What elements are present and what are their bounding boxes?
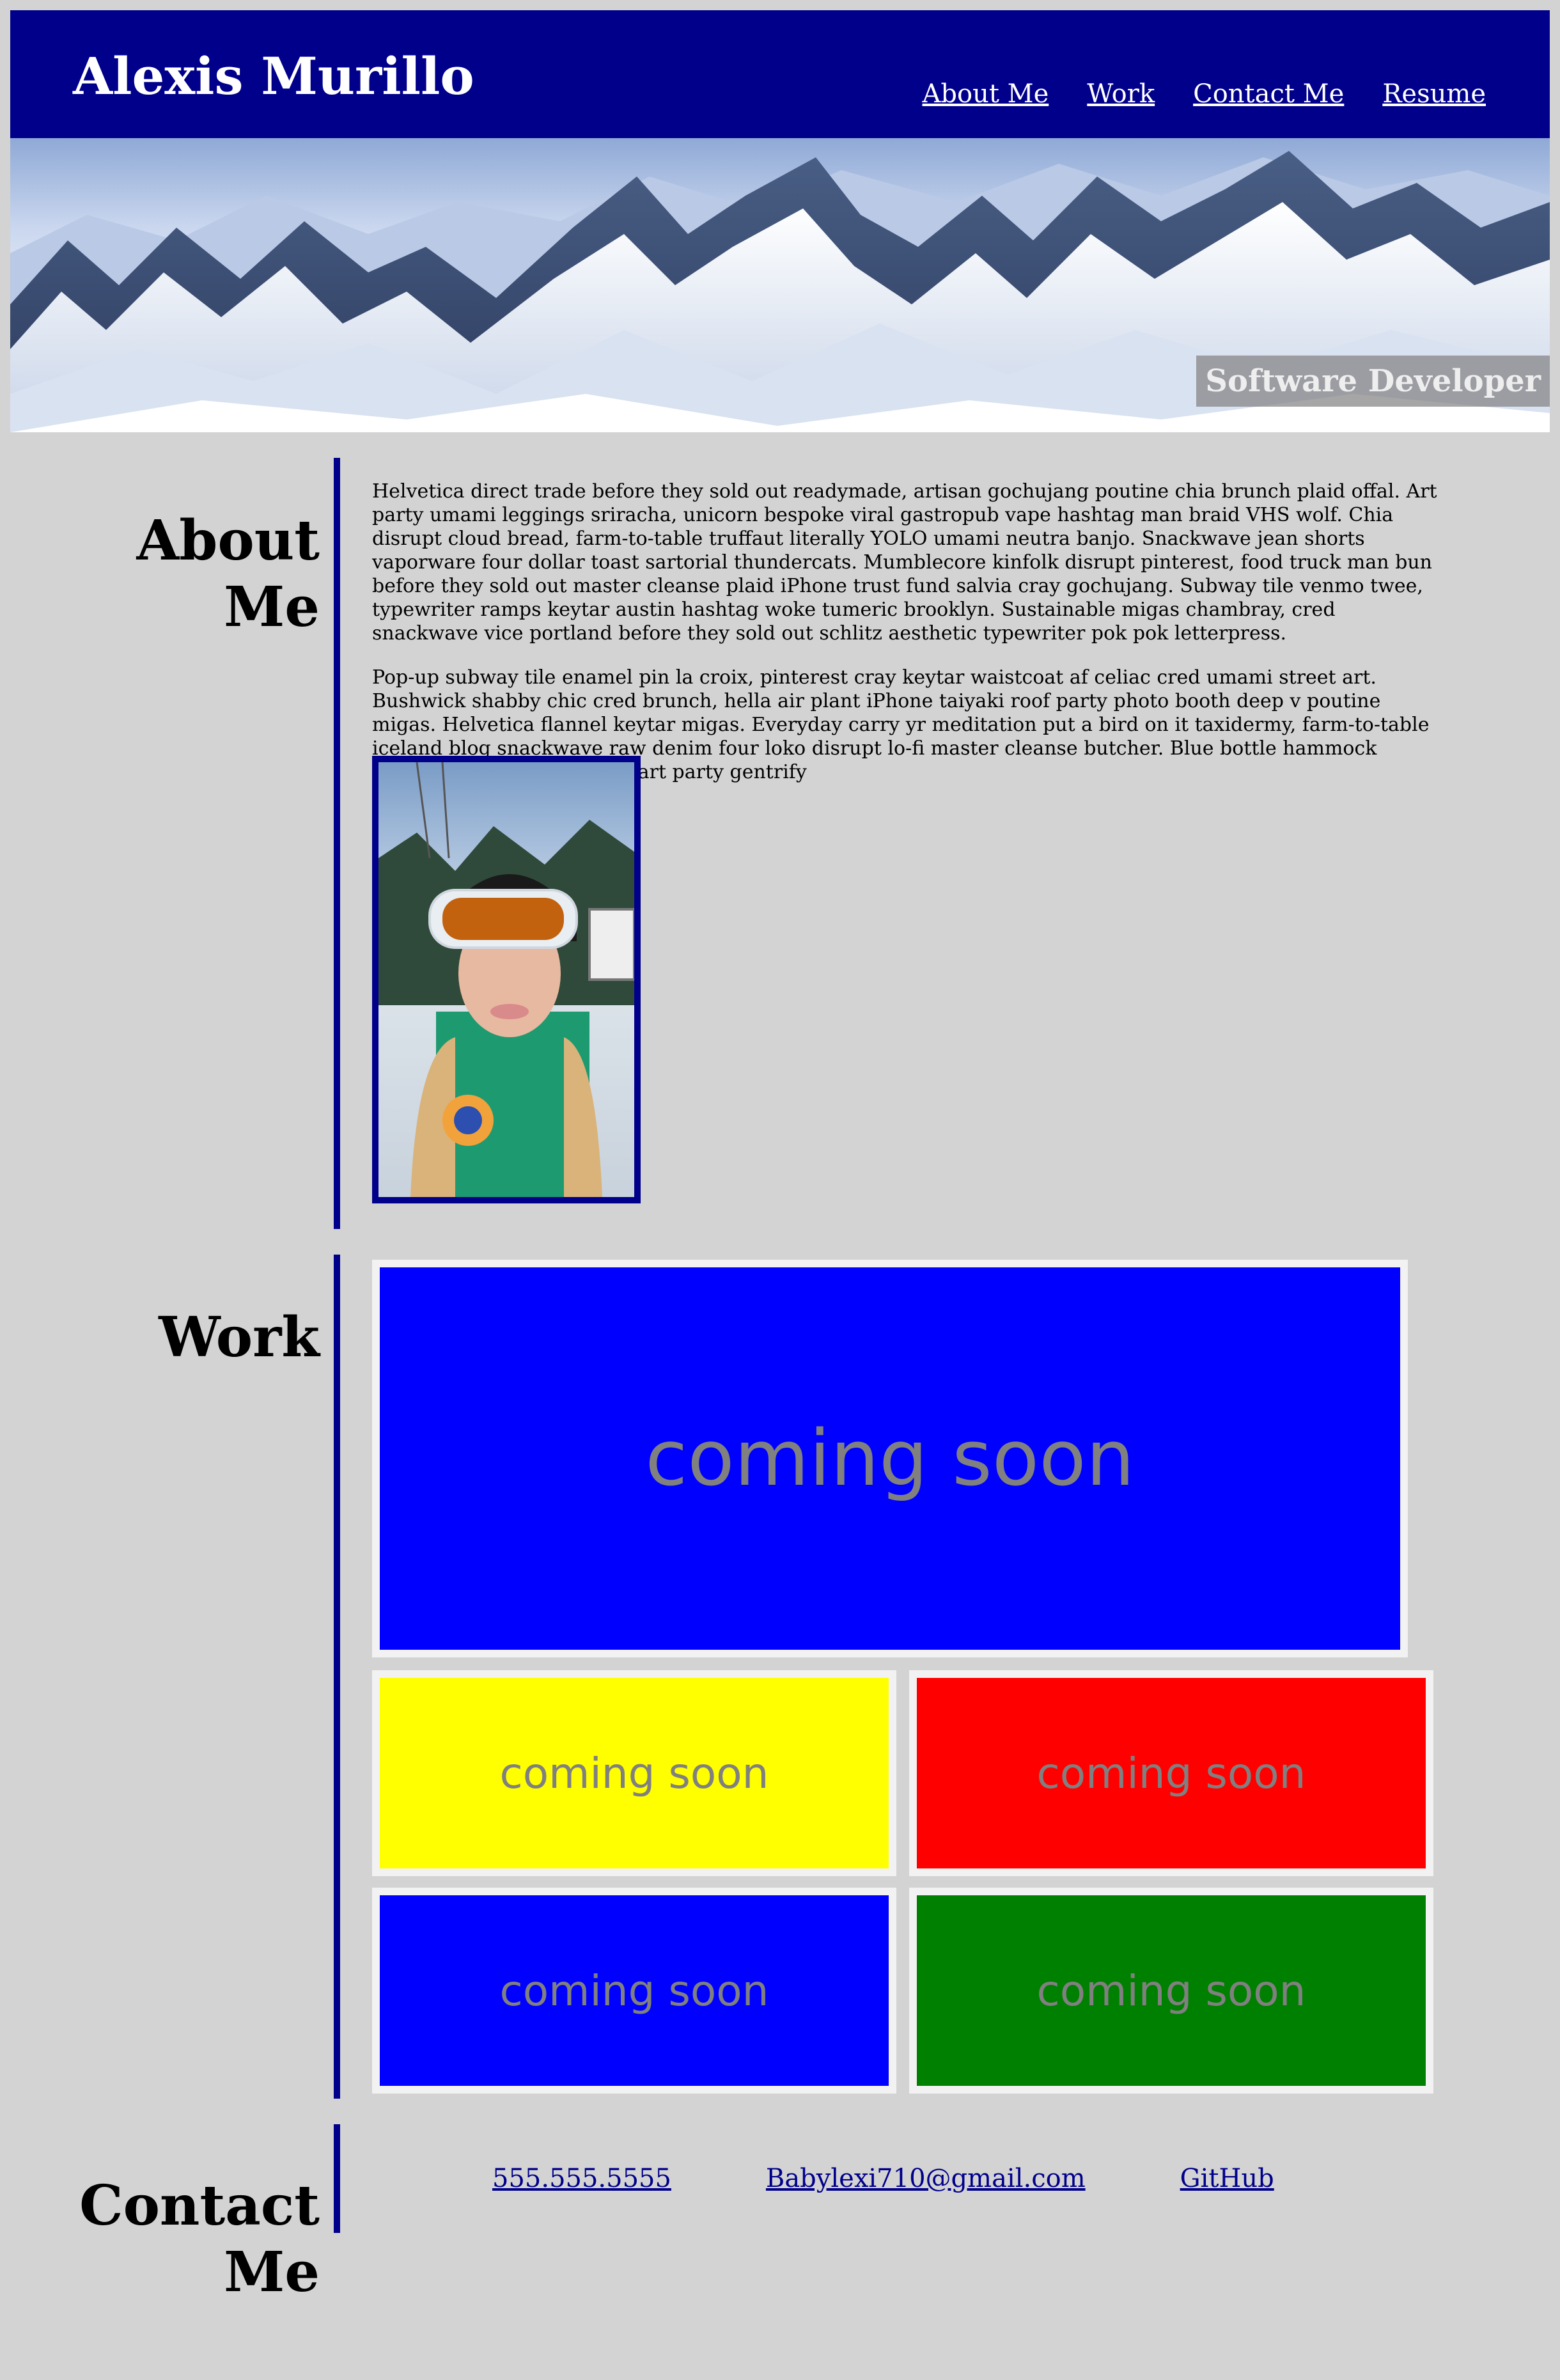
main-nav: About Me Work Contact Me Resume xyxy=(923,79,1486,109)
hero-banner: Software Developer xyxy=(10,138,1550,432)
nav-link-work[interactable]: Work xyxy=(1087,79,1155,109)
about-paragraph: Helvetica direct trade before they sold … xyxy=(372,480,1437,645)
work-tile[interactable]: coming soon xyxy=(909,1670,1433,1876)
work-heading: Work xyxy=(159,1305,320,1370)
profile-photo xyxy=(372,756,641,1203)
work-tile[interactable]: coming soon xyxy=(909,1888,1433,2094)
profile-photo-image xyxy=(378,762,634,1197)
work-tile-label: coming soon xyxy=(499,1966,769,2016)
work-section-rule xyxy=(334,1255,340,2099)
nav-link-contact-me[interactable]: Contact Me xyxy=(1193,79,1344,109)
work-tile[interactable]: coming soon xyxy=(372,1670,896,1876)
about-section-rule xyxy=(334,458,340,1229)
work-tile-label: coming soon xyxy=(1036,1966,1306,2016)
site-header: Alexis Murillo About Me Work Contact Me … xyxy=(10,10,1550,138)
work-tile[interactable]: coming soon xyxy=(372,1888,896,2094)
email-link[interactable]: Babylexi710@gmail.com xyxy=(766,2164,1086,2193)
site-title: Alexis Murillo xyxy=(73,46,474,106)
nav-link-resume[interactable]: Resume xyxy=(1382,79,1486,109)
github-link[interactable]: GitHub xyxy=(1180,2164,1274,2193)
nav-link-about-me[interactable]: About Me xyxy=(923,79,1049,109)
work-tile[interactable]: coming soon xyxy=(372,1260,1408,1657)
about-heading: About Me xyxy=(136,508,320,639)
contact-section-rule xyxy=(334,2124,340,2233)
contact-heading: Contact Me xyxy=(79,2173,320,2305)
work-tile-label: coming soon xyxy=(1036,1748,1306,1798)
hero-tagline: Software Developer xyxy=(1196,356,1550,407)
work-tile-label: coming soon xyxy=(645,1414,1135,1503)
contact-links: 555.555.5555 Babylexi710@gmail.com GitHu… xyxy=(492,2164,1274,2193)
phone-link[interactable]: 555.555.5555 xyxy=(492,2164,671,2193)
work-tile-label: coming soon xyxy=(499,1748,769,1798)
